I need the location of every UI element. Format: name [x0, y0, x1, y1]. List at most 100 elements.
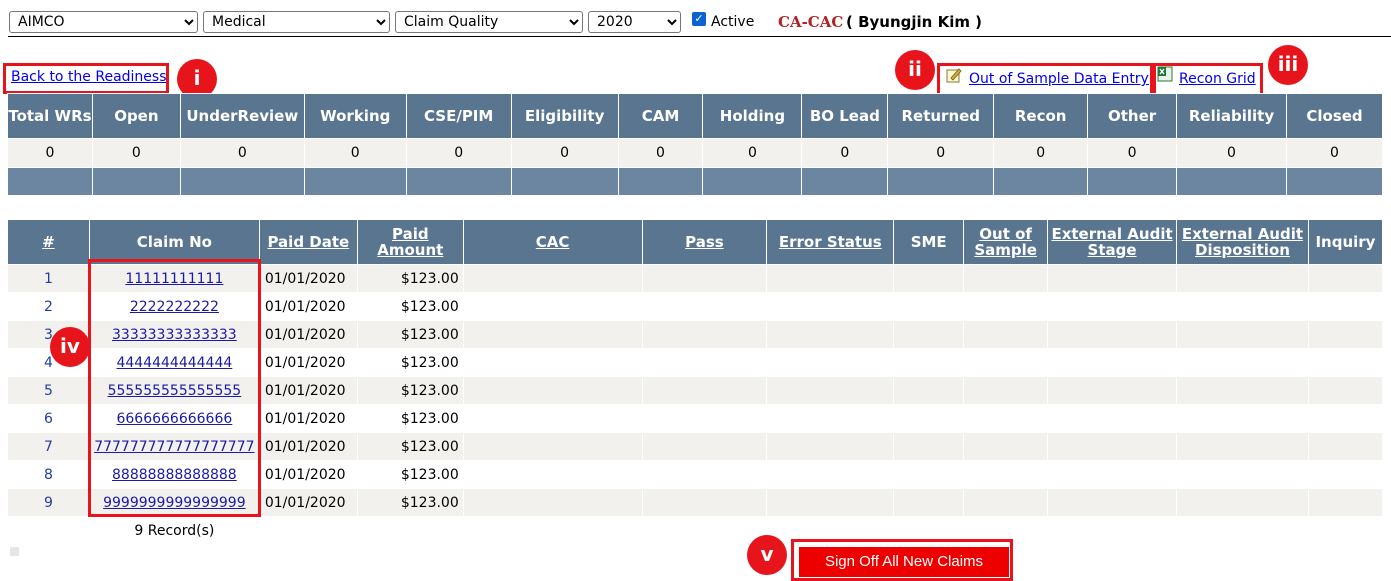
external-audit-stage-cell — [1047, 488, 1177, 517]
inquiry-cell — [1307, 292, 1384, 321]
status-value: 0 — [993, 138, 1089, 168]
row-number: 9 — [7, 488, 90, 517]
status-value: 0 — [1176, 138, 1287, 168]
pass-cell — [641, 320, 768, 349]
sign-off-button[interactable]: Sign Off All New Claims — [798, 546, 1010, 578]
paid-date: 01/01/2020 — [258, 376, 358, 405]
highlight-box-back — [3, 63, 169, 94]
cac-cell — [462, 376, 643, 405]
paid-amount: $123.00 — [356, 376, 464, 405]
pass-cell — [641, 432, 768, 461]
sme-cell — [893, 320, 965, 349]
status-value: 0 — [91, 138, 181, 168]
status-value: 0 — [702, 138, 803, 168]
header-user: ( Byungjin Kim ) — [846, 13, 983, 31]
status-header: Holding — [702, 93, 803, 139]
badge-ii: ii — [895, 50, 935, 90]
paid-date: 01/01/2020 — [258, 488, 358, 517]
inquiry-cell — [1307, 404, 1384, 433]
cac-cell — [462, 432, 643, 461]
paid-amount: $123.00 — [356, 460, 464, 489]
paid-amount: $123.00 — [356, 488, 464, 517]
active-checkbox[interactable]: ✓ — [692, 12, 706, 26]
record-count: 9 Record(s) — [88, 516, 260, 545]
col-header-inquiry: Inquiry — [1307, 219, 1384, 265]
inquiry-cell — [1307, 348, 1384, 377]
col-header-external-audit-disposition[interactable]: External Audit Disposition — [1176, 219, 1309, 265]
row-number: 5 — [7, 376, 90, 405]
status-header: Returned — [887, 93, 995, 139]
out-of-sample-cell — [963, 292, 1049, 321]
cac-cell — [462, 264, 643, 293]
claims-header-row: # Claim No Paid Date Paid Amount CAC Pas… — [7, 219, 1384, 265]
col-header-claim-no: Claim No — [88, 219, 260, 265]
status-value: 0 — [510, 138, 619, 168]
pass-cell — [641, 292, 768, 321]
error-status-cell — [766, 404, 895, 433]
status-header: Other — [1087, 93, 1178, 139]
header-code: CA-CAC — [778, 13, 844, 31]
inquiry-cell — [1307, 432, 1384, 461]
sme-cell — [893, 292, 965, 321]
paid-date: 01/01/2020 — [258, 264, 358, 293]
sme-cell — [893, 404, 965, 433]
col-header-error-status[interactable]: Error Status — [766, 219, 895, 265]
paid-date: 01/01/2020 — [258, 320, 358, 349]
col-header-number[interactable]: # — [7, 219, 90, 265]
inquiry-cell — [1307, 488, 1384, 517]
error-status-cell — [766, 348, 895, 377]
error-status-cell — [766, 320, 895, 349]
error-status-cell — [766, 376, 895, 405]
col-header-external-audit-stage[interactable]: External Audit Stage — [1047, 219, 1177, 265]
cac-cell — [462, 488, 643, 517]
out-of-sample-cell — [963, 320, 1049, 349]
sme-cell — [893, 264, 965, 293]
out-of-sample-cell — [963, 348, 1049, 377]
year-select[interactable]: 2020 — [588, 11, 681, 33]
status-value: 0 — [7, 138, 93, 168]
line-select[interactable]: Medical — [203, 11, 390, 33]
page-marker — [10, 547, 19, 556]
pass-cell — [641, 264, 768, 293]
status-value: 0 — [179, 138, 305, 168]
paid-amount: $123.00 — [356, 432, 464, 461]
col-header-paid-amount[interactable]: Paid Amount — [356, 219, 464, 265]
status-header: UnderReview — [179, 93, 305, 139]
col-header-cac[interactable]: CAC — [462, 219, 643, 265]
status-header: Reliability — [1176, 93, 1287, 139]
pass-cell — [641, 460, 768, 489]
external-audit-stage-cell — [1047, 292, 1177, 321]
inquiry-cell — [1307, 376, 1384, 405]
error-status-cell — [766, 488, 895, 517]
paid-date: 01/01/2020 — [258, 432, 358, 461]
category-select[interactable]: Claim Quality — [395, 11, 583, 33]
company-select[interactable]: AIMCO — [9, 11, 198, 33]
sme-cell — [893, 488, 965, 517]
external-audit-disposition-cell — [1176, 404, 1309, 433]
external-audit-stage-cell — [1047, 376, 1177, 405]
cac-cell — [462, 292, 643, 321]
pass-cell — [641, 376, 768, 405]
paid-amount: $123.00 — [356, 404, 464, 433]
paid-amount: $123.00 — [356, 320, 464, 349]
col-header-out-of-sample[interactable]: Out of Sample — [963, 219, 1049, 265]
status-header: Closed — [1285, 93, 1384, 139]
sme-cell — [893, 460, 965, 489]
status-value: 0 — [887, 138, 995, 168]
highlight-box-out-of-sample — [937, 63, 1153, 96]
external-audit-stage-cell — [1047, 264, 1177, 293]
external-audit-disposition-cell — [1176, 460, 1309, 489]
error-status-cell — [766, 432, 895, 461]
col-header-pass[interactable]: Pass — [641, 219, 768, 265]
external-audit-stage-cell — [1047, 320, 1177, 349]
out-of-sample-cell — [963, 488, 1049, 517]
external-audit-disposition-cell — [1176, 432, 1309, 461]
divider — [8, 36, 1391, 37]
external-audit-disposition-cell — [1176, 348, 1309, 377]
cac-cell — [462, 404, 643, 433]
external-audit-stage-cell — [1047, 348, 1177, 377]
external-audit-disposition-cell — [1176, 376, 1309, 405]
status-summary-table: Total WRs Open UnderReview Working CSE/P… — [7, 93, 1384, 196]
col-header-paid-date[interactable]: Paid Date — [258, 219, 358, 265]
cac-cell — [462, 348, 643, 377]
